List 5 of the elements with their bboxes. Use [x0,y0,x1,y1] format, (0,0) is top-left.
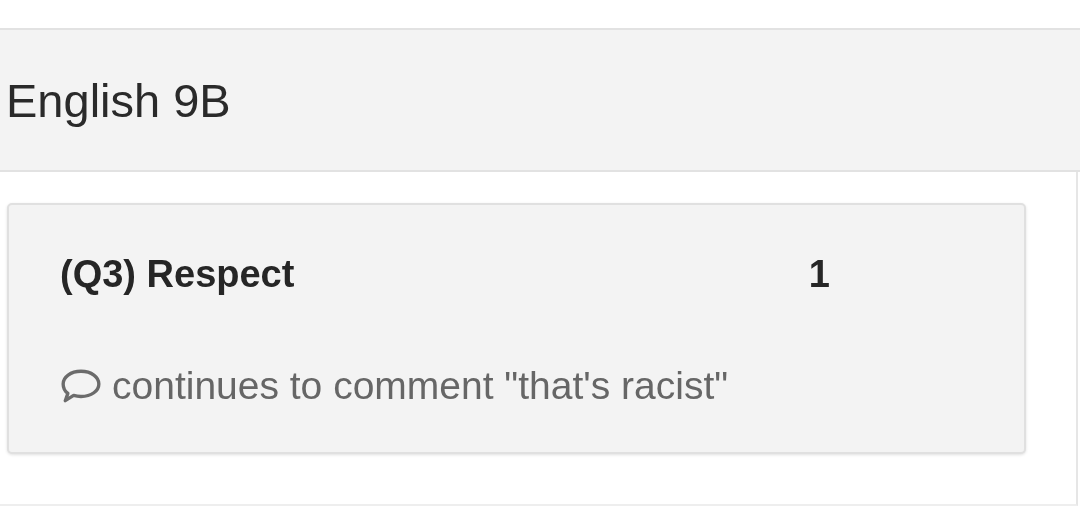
points-value: 1 [808,253,830,296]
speech-bubble-icon [60,368,102,404]
class-title: English 9B [6,72,231,128]
behavior-title: (Q3) Respect [60,253,295,296]
comment-text: continues to comment "that's racist" [112,364,729,408]
